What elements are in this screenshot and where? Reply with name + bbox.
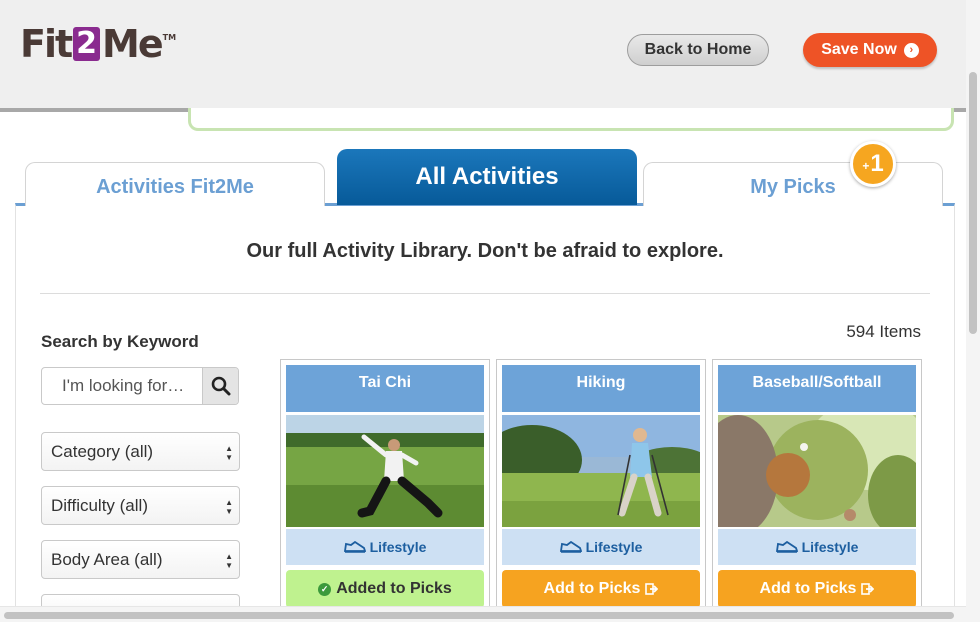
- tab-activities-fit2me[interactable]: Activities Fit2Me: [25, 162, 325, 206]
- activity-card[interactable]: Baseball/Softball Lifestyle Add to Picks: [712, 359, 922, 622]
- select-arrows-icon: ▲ ▼: [225, 498, 233, 516]
- search-button[interactable]: [202, 368, 238, 404]
- badge-plus: +: [862, 159, 870, 173]
- activity-category: Lifestyle: [286, 529, 484, 565]
- horizontal-scrollbar[interactable]: [0, 606, 966, 622]
- app-header: Fit 2 Me TM Back to Home Save Now ›: [0, 0, 966, 112]
- activity-category-label: Lifestyle: [801, 539, 859, 555]
- activity-card[interactable]: Hiking Lifestyle Add to Picks: [496, 359, 706, 622]
- vertical-scrollbar[interactable]: [966, 0, 980, 622]
- tab-my-picks[interactable]: My Picks: [643, 162, 943, 206]
- badge-count: 1: [870, 150, 884, 177]
- logo-trademark: TM: [162, 33, 177, 42]
- back-to-home-button[interactable]: Back to Home: [627, 34, 769, 66]
- vertical-scrollbar-thumb[interactable]: [969, 72, 977, 334]
- category-value: Category (all): [51, 441, 154, 461]
- horizontal-scrollbar-thumb[interactable]: [4, 612, 954, 619]
- chevron-right-icon: ›: [903, 42, 919, 58]
- logo-number: 2: [73, 27, 101, 61]
- sneaker-icon: [343, 541, 366, 553]
- save-now-label: Save Now: [821, 41, 897, 58]
- search-label: Search by Keyword: [41, 332, 199, 351]
- select-arrows-icon: ▲ ▼: [225, 444, 233, 462]
- activity-photo[interactable]: [286, 415, 484, 527]
- activity-photo[interactable]: [502, 415, 700, 527]
- added-to-picks-button[interactable]: ✓ Added to Picks: [286, 570, 484, 608]
- divider: [40, 293, 930, 294]
- add-to-picks-button[interactable]: Add to Picks: [718, 570, 916, 608]
- logo-text-me: Me: [102, 22, 164, 66]
- difficulty-value: Difficulty (all): [51, 495, 148, 515]
- activity-title[interactable]: Tai Chi: [286, 365, 484, 412]
- picks-count-badge: +1: [850, 141, 896, 187]
- search-icon: [211, 376, 230, 396]
- add-arrow-icon: [861, 583, 875, 595]
- add-arrow-icon: [645, 583, 659, 595]
- baseball-photo: [718, 415, 916, 527]
- activity-category-label: Lifestyle: [369, 539, 427, 555]
- logo-text-fit: Fit: [20, 22, 73, 66]
- select-arrows-icon: ▲ ▼: [225, 552, 233, 570]
- added-to-picks-label: Added to Picks: [336, 580, 452, 597]
- save-now-button[interactable]: Save Now ›: [803, 33, 937, 67]
- add-to-picks-label: Add to Picks: [543, 580, 641, 597]
- activity-card[interactable]: Tai Chi Lifestyle ✓ Added to Picks: [280, 359, 490, 622]
- hiking-photo: [502, 415, 700, 527]
- difficulty-select[interactable]: Difficulty (all) ▲ ▼: [41, 486, 240, 525]
- search-box: [41, 367, 239, 405]
- activity-photo[interactable]: [718, 415, 916, 527]
- body-area-select[interactable]: Body Area (all) ▲ ▼: [41, 540, 240, 579]
- body-area-value: Body Area (all): [51, 549, 163, 569]
- activity-category-label: Lifestyle: [585, 539, 643, 555]
- check-circle-icon: ✓: [318, 582, 332, 596]
- activity-title[interactable]: Baseball/Softball: [718, 365, 916, 412]
- activity-category: Lifestyle: [502, 529, 700, 565]
- activity-category: Lifestyle: [718, 529, 916, 565]
- tai-chi-photo: [286, 415, 484, 527]
- activity-title[interactable]: Hiking: [502, 365, 700, 412]
- fit2me-logo[interactable]: Fit 2 Me TM: [20, 24, 176, 64]
- category-select[interactable]: Category (all) ▲ ▼: [41, 432, 240, 471]
- progress-strip: [188, 108, 954, 131]
- add-to-picks-label: Add to Picks: [759, 580, 857, 597]
- sneaker-icon: [559, 541, 582, 553]
- library-tagline: Our full Activity Library. Don't be afra…: [246, 240, 724, 262]
- add-to-picks-button[interactable]: Add to Picks: [502, 570, 700, 608]
- tab-all-activities[interactable]: All Activities: [337, 149, 637, 205]
- items-count: 594 Items: [846, 322, 921, 341]
- sneaker-icon: [775, 541, 798, 553]
- search-input[interactable]: [42, 368, 202, 404]
